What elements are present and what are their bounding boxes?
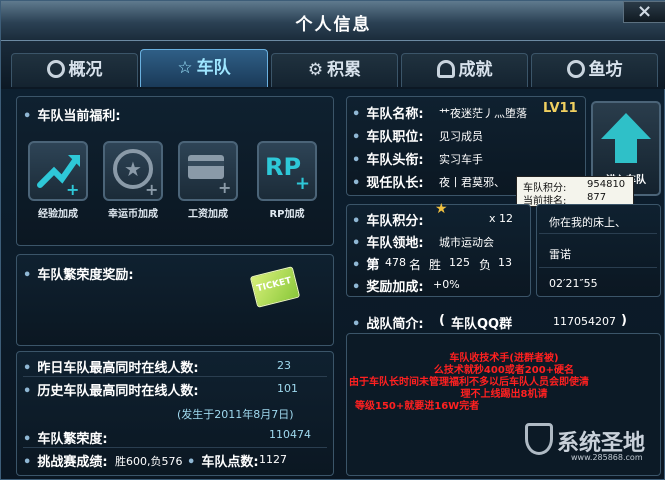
- prosperity-label: 车队繁荣度:: [23, 428, 107, 447]
- tab-achievement-label: 成就: [458, 60, 493, 80]
- yesterday-online-label: 昨日车队最高同时在线人数:: [23, 357, 198, 376]
- window-title: 个人信息: [295, 15, 372, 35]
- territory-label: 车队领地:: [352, 232, 423, 251]
- tooltip-rank-value: 877: [587, 192, 607, 203]
- gold-star-icon: ★: [435, 201, 448, 217]
- svg-text:+: +: [145, 180, 158, 199]
- rank-unit: 名: [409, 258, 422, 272]
- score-tooltip: 车队积分: 954810 当前排名: 877: [516, 176, 634, 207]
- tab-overview-label: 概况: [68, 60, 103, 80]
- intro-line-4: 理不上线踢出8机请: [460, 389, 548, 400]
- svg-text:+: +: [218, 178, 231, 197]
- intro-line-3: 由于车队长时间未管理福利不多以后车队人员会即使清: [349, 377, 589, 388]
- bonus-value: +0%: [433, 278, 460, 291]
- intro-line-5: 等级150+就要进16W完者: [355, 401, 480, 412]
- up-arrow-icon: [601, 113, 651, 163]
- exp-up-icon: +: [37, 155, 80, 199]
- tab-bar: 概况 ☆ 车队 ⚙ 积累 成就 鱼坊: [1, 41, 665, 89]
- intro-text: 车队收技术手(进群者被) 么技术就秒400或者200+硬名 由于车队长时间未管理…: [349, 353, 659, 413]
- team-score-multiplier: x 12: [489, 212, 514, 225]
- leader-label: 现任队长:: [352, 172, 423, 191]
- team-points-label: 车队点数:: [187, 451, 258, 470]
- star-icon: ☆: [177, 58, 193, 78]
- rp-bonus-label: RP加成: [269, 209, 305, 220]
- watermark-logo-icon: [525, 423, 553, 455]
- intro-line-2: 么技术就秒400或者200+硬名: [433, 365, 575, 376]
- lucky-coin-icon: ★+: [113, 149, 158, 199]
- watermark-url: www.285868.com: [571, 453, 643, 462]
- salary-card-icon: +: [188, 155, 231, 197]
- loss-value: 13: [498, 256, 512, 269]
- tab-team[interactable]: ☆ 车队: [140, 49, 268, 87]
- prosperity-value: 110474: [269, 428, 311, 441]
- close-button[interactable]: ×: [623, 1, 665, 23]
- medal-icon: [436, 60, 455, 78]
- lucky-coin-bonus-button[interactable]: ★ +: [103, 141, 163, 201]
- team-info-window: 个人信息 × 概况 ☆车队 ⚙积累 成就 鱼坊 车队当前福利: + 经验加成 ★…: [0, 0, 665, 480]
- intro-paren-close: ): [621, 313, 627, 328]
- tooltip-score-value: 954810: [587, 179, 626, 190]
- intro-paren-open: (: [439, 313, 445, 328]
- tab-accumulate[interactable]: ⚙ 积累: [271, 53, 398, 87]
- team-position-value: 见习成员: [439, 130, 483, 143]
- history-date: (发生于2011年8月7日): [177, 408, 294, 421]
- leader-value[interactable]: 夜丨君莫邪、: [439, 174, 505, 190]
- right-list-row-3: 02′21″55: [549, 277, 598, 290]
- win-value: 125: [449, 256, 470, 269]
- exp-bonus-label: 经验加成: [38, 209, 78, 220]
- intro-line-1: 车队收技术手(进群者被): [449, 353, 559, 364]
- lucky-coin-bonus-label: 幸运币加成: [108, 209, 158, 220]
- tab-fish-label: 鱼坊: [588, 60, 623, 80]
- tab-overview[interactable]: 概况: [11, 53, 138, 87]
- title-bar[interactable]: 个人信息 ×: [1, 1, 665, 41]
- team-title-value: 实习车手: [439, 153, 483, 166]
- tab-team-label: 车队: [196, 58, 231, 78]
- fish-icon: [566, 60, 585, 78]
- intro-group-label: 车队QQ群: [451, 317, 513, 332]
- history-online-value: 101: [277, 382, 298, 395]
- tab-accumulate-label: 积累: [327, 60, 362, 80]
- territory-value: 城市运动会: [439, 236, 494, 249]
- divider: [23, 447, 327, 448]
- right-list-row-1[interactable]: 你在我的床上、: [549, 214, 626, 230]
- divider: [539, 233, 657, 234]
- rank-prefix: 第: [352, 254, 379, 273]
- bonus-label: 奖励加成:: [352, 276, 423, 295]
- gear-icon: ⚙: [307, 60, 324, 80]
- ticket-text: TICKET: [255, 276, 293, 295]
- benefits-heading: 车队当前福利:: [23, 105, 120, 124]
- divider: [539, 267, 657, 268]
- rp-bonus-button[interactable]: RP +: [257, 141, 317, 201]
- tab-achievement[interactable]: 成就: [401, 53, 528, 87]
- honor-reward-heading: 车队繁荣度奖励:: [23, 264, 133, 283]
- team-position-label: 车队职位:: [352, 126, 423, 145]
- intro-label: 战队简介:: [352, 313, 423, 332]
- team-level-badge: LV11: [543, 101, 578, 116]
- svg-text:★: ★: [124, 157, 142, 181]
- gauge-icon: [46, 60, 65, 78]
- tab-fish[interactable]: 鱼坊: [531, 53, 658, 87]
- team-score-label: 车队积分:: [352, 210, 423, 229]
- challenge-label: 挑战赛成绩:: [23, 451, 107, 470]
- loss-label: 负: [479, 258, 492, 272]
- salary-bonus-button[interactable]: +: [178, 141, 238, 201]
- right-list-row-2[interactable]: 雷诺: [549, 246, 571, 262]
- salary-bonus-label: 工资加成: [188, 209, 228, 220]
- divider: [23, 376, 327, 377]
- svg-text:+: +: [66, 180, 79, 199]
- team-title-label: 车队头衔:: [352, 149, 423, 168]
- team-name-value: 艹夜迷茫丿灬堕落: [439, 107, 527, 120]
- exp-bonus-button[interactable]: +: [28, 141, 88, 201]
- intro-qq-number: 117054207: [553, 315, 616, 328]
- rank-value: 478: [385, 256, 406, 269]
- team-points-value: 1127: [259, 453, 287, 466]
- yesterday-online-value: 23: [277, 359, 291, 372]
- challenge-value: 胜600,负576: [115, 455, 183, 468]
- team-name-label: 车队名称:: [352, 103, 423, 122]
- plus-icon: +: [295, 173, 311, 194]
- win-label: 胜: [429, 258, 442, 272]
- history-online-label: 历史车队最高同时在线人数:: [23, 380, 198, 399]
